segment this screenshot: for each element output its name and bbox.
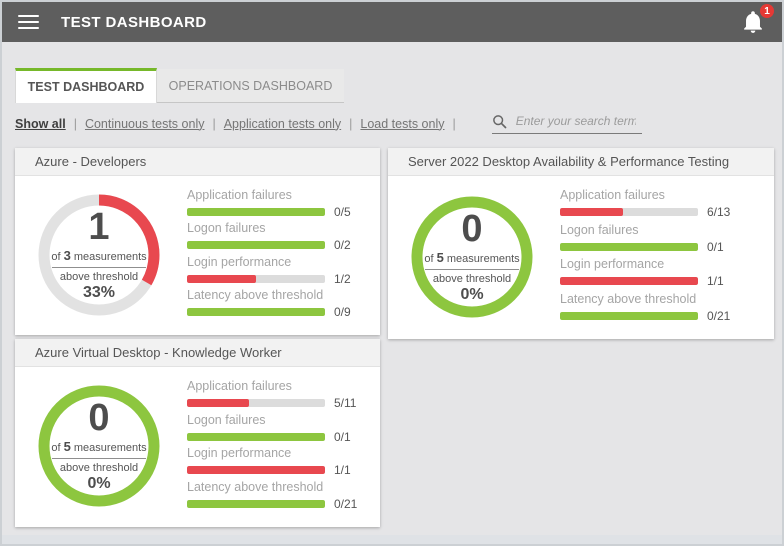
metric-row: Application failures 0/5 <box>187 188 354 219</box>
metric-row: Login performance 1/2 <box>187 255 354 286</box>
bottom-strip <box>2 535 782 544</box>
metric-label: Logon failures <box>560 223 748 237</box>
card-body: 0 of 5 measurements above threshold 0% A… <box>388 176 774 339</box>
metric-row: Latency above threshold 0/21 <box>187 480 357 511</box>
metric-row: Logon failures 0/1 <box>187 413 357 444</box>
metric-label: Latency above threshold <box>560 292 748 306</box>
dashboard-tabs: TEST DASHBOARD OPERATIONS DASHBOARD <box>15 68 344 103</box>
metric-label: Latency above threshold <box>187 288 354 302</box>
card-body: 1 of 3 measurements above threshold 33% … <box>15 176 380 335</box>
metric-value: 0/1 <box>334 430 351 444</box>
metrics-list: Application failures 6/13 Logon failures… <box>548 184 748 329</box>
filter-separator: | <box>349 117 352 131</box>
metric-row: Application failures 6/13 <box>560 188 748 219</box>
metrics-list: Application failures 5/11 Logon failures… <box>175 375 357 517</box>
metric-bar <box>560 312 698 320</box>
app-title: TEST DASHBOARD <box>61 14 207 31</box>
filter-load-tests[interactable]: Load tests only <box>360 117 444 131</box>
metric-row: Logon failures 0/1 <box>560 223 748 254</box>
notifications-button[interactable]: 1 <box>742 10 766 34</box>
topbar: TEST DASHBOARD 1 <box>2 2 782 42</box>
filter-application-tests[interactable]: Application tests only <box>224 117 341 131</box>
search-box <box>492 113 642 134</box>
metric-label: Login performance <box>560 257 748 271</box>
metric-bar <box>187 399 325 407</box>
metric-value: 5/11 <box>334 396 356 410</box>
test-card-avd-knowledge-worker[interactable]: Azure Virtual Desktop - Knowledge Worker… <box>15 339 380 527</box>
metric-row: Logon failures 0/2 <box>187 221 354 252</box>
metric-label: Logon failures <box>187 413 357 427</box>
test-dashboard-page: { "topbar": { "title": "TEST DASHBOARD",… <box>0 0 784 546</box>
metric-label: Application failures <box>560 188 748 202</box>
card-title: Server 2022 Desktop Availability & Perfo… <box>388 148 774 176</box>
search-icon <box>492 114 507 129</box>
metric-value: 0/21 <box>707 309 730 323</box>
metrics-list: Application failures 0/5 Logon failures … <box>175 184 354 325</box>
metric-row: Latency above threshold 0/9 <box>187 288 354 319</box>
metric-value: 1/1 <box>707 274 724 288</box>
test-card-server-2022[interactable]: Server 2022 Desktop Availability & Perfo… <box>388 148 774 339</box>
search-input[interactable] <box>514 113 638 129</box>
metric-label: Application failures <box>187 188 354 202</box>
metric-bar <box>187 208 325 216</box>
metric-label: Logon failures <box>187 221 354 235</box>
metric-label: Application failures <box>187 379 357 393</box>
metric-value: 0/2 <box>334 238 351 252</box>
metric-value: 1/1 <box>334 463 351 477</box>
metric-bar <box>187 466 325 474</box>
metric-label: Login performance <box>187 255 354 269</box>
metric-row: Latency above threshold 0/21 <box>560 292 748 323</box>
filter-separator: | <box>74 117 77 131</box>
test-card-azure-developers[interactable]: Azure - Developers 1 of 3 measurements a… <box>15 148 380 335</box>
filter-continuous-tests[interactable]: Continuous tests only <box>85 117 205 131</box>
card-title: Azure Virtual Desktop - Knowledge Worker <box>15 339 380 367</box>
metric-bar <box>187 308 325 316</box>
metric-value: 0/5 <box>334 205 351 219</box>
tab-test-dashboard[interactable]: TEST DASHBOARD <box>15 68 157 103</box>
donut-chart: 0 of 5 measurements above threshold 0% <box>23 375 175 517</box>
notification-count-badge: 1 <box>760 4 774 18</box>
metric-label: Login performance <box>187 446 357 460</box>
filter-separator: | <box>453 117 456 131</box>
metric-value: 0/9 <box>334 305 351 319</box>
metric-bar <box>187 433 325 441</box>
metric-bar <box>560 208 698 216</box>
metric-bar <box>187 500 325 508</box>
metric-value: 6/13 <box>707 205 730 219</box>
metric-row: Login performance 1/1 <box>187 446 357 477</box>
card-title: Azure - Developers <box>15 148 380 176</box>
card-body: 0 of 5 measurements above threshold 0% A… <box>15 367 380 527</box>
filter-separator: | <box>212 117 215 131</box>
metric-bar <box>187 275 325 283</box>
metric-value: 1/2 <box>334 272 351 286</box>
metric-bar <box>560 243 698 251</box>
metric-row: Application failures 5/11 <box>187 379 357 410</box>
metric-bar <box>187 241 325 249</box>
donut-chart: 1 of 3 measurements above threshold 33% <box>23 184 175 325</box>
metric-bar <box>560 277 698 285</box>
metric-label: Latency above threshold <box>187 480 357 494</box>
bell-icon <box>742 21 764 38</box>
tab-operations-dashboard[interactable]: OPERATIONS DASHBOARD <box>157 69 344 103</box>
metric-value: 0/1 <box>707 240 724 254</box>
metric-row: Login performance 1/1 <box>560 257 748 288</box>
donut-chart: 0 of 5 measurements above threshold 0% <box>396 184 548 329</box>
metric-value: 0/21 <box>334 497 357 511</box>
filter-bar: Show all | Continuous tests only | Appli… <box>15 113 642 134</box>
filter-show-all[interactable]: Show all <box>15 117 66 131</box>
hamburger-menu-icon[interactable] <box>18 15 39 29</box>
